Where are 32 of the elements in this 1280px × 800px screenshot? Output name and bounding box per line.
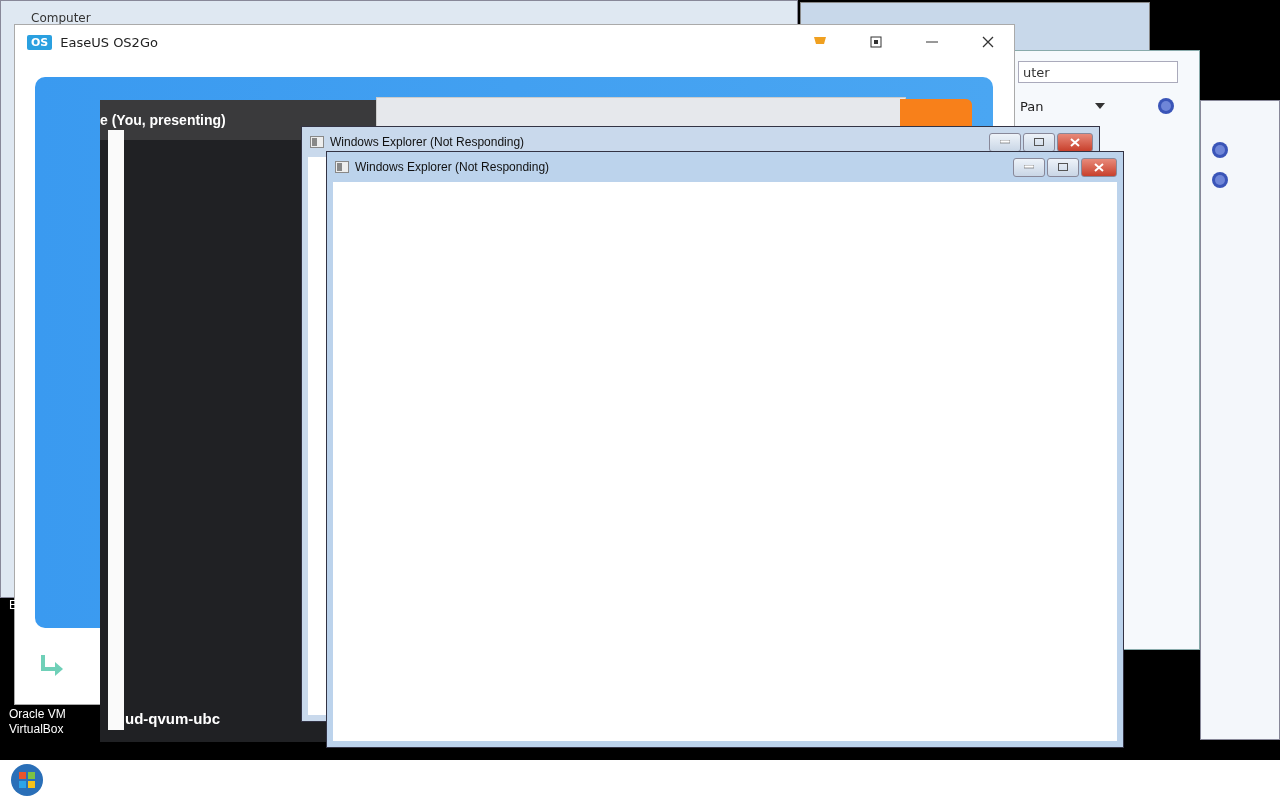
meeting-code: ud-qvum-ubc (125, 710, 220, 727)
presenter-label: e (You, presenting) (100, 112, 226, 128)
window-title: EaseUS OS2Go (60, 34, 158, 50)
arrow-icon (39, 655, 65, 679)
close-icon (1094, 162, 1104, 172)
maximize-button[interactable] (1023, 132, 1055, 152)
close-icon[interactable] (982, 36, 994, 48)
icon-label: VirtualBox (9, 722, 64, 736)
close-button[interactable] (1057, 132, 1093, 152)
help-icon[interactable] (1211, 171, 1229, 189)
caret-icon[interactable] (1095, 103, 1106, 109)
help-icon[interactable] (1157, 97, 1176, 115)
restore-icon[interactable] (870, 36, 882, 48)
close-icon (1070, 137, 1080, 147)
action-button[interactable] (900, 99, 972, 127)
maximize-icon (1058, 163, 1068, 171)
minimize-icon (1024, 165, 1034, 169)
minimize-button[interactable] (989, 132, 1021, 152)
toolbar-label: Pan (1020, 98, 1044, 114)
window-title: Computer (31, 11, 91, 25)
maximize-button[interactable] (1047, 157, 1079, 177)
window-icon (335, 161, 349, 173)
window-icon (310, 136, 324, 148)
start-button[interactable] (10, 763, 44, 797)
address-field[interactable]: uter (1018, 61, 1178, 83)
window-title: Windows Explorer (Not Responding) (330, 135, 525, 149)
minimize-icon (1000, 140, 1010, 144)
maximize-icon (1034, 138, 1044, 146)
window-title: Windows Explorer (Not Responding) (355, 160, 550, 174)
help-icon[interactable] (1211, 141, 1229, 159)
app-logo: OS (27, 34, 53, 50)
icon-label: Oracle VM (9, 707, 66, 721)
